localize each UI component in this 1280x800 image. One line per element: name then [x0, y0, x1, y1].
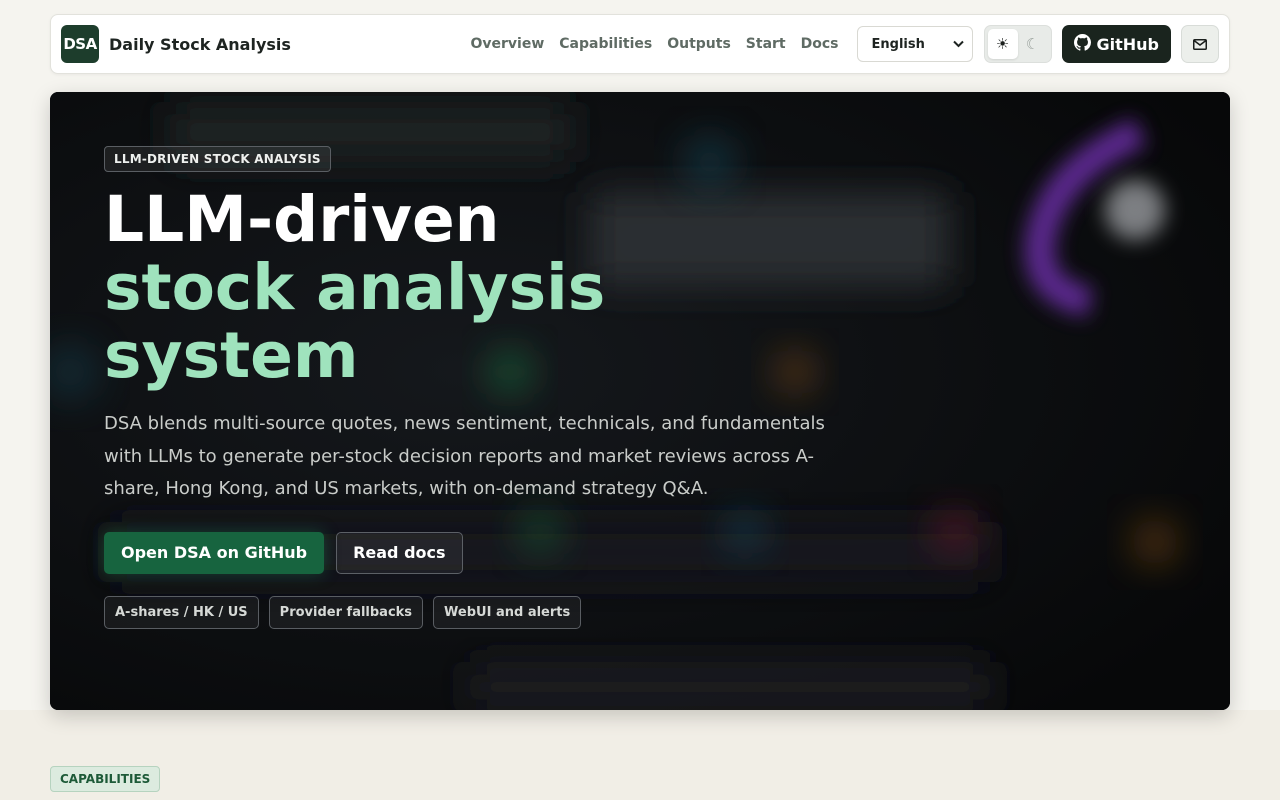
nav-link-docs[interactable]: Docs [801, 36, 839, 52]
top-navbar: DSA Daily Stock Analysis Overview Capabi… [50, 14, 1230, 74]
hero-headline-line-1: LLM-driven [104, 183, 500, 256]
hero-section: LLM-DRIVEN STOCK ANALYSIS LLM-driven sto… [50, 92, 1230, 710]
hero-eyebrow: LLM-DRIVEN STOCK ANALYSIS [104, 146, 331, 172]
chip-markets: A-shares / HK / US [104, 595, 259, 629]
read-docs-button[interactable]: Read docs [336, 531, 463, 574]
hero-headline: LLM-driven stock analysis system [104, 186, 844, 390]
hero-description: DSA blends multi-source quotes, news sen… [104, 413, 825, 499]
chevron-down-icon [952, 38, 964, 51]
brand-name[interactable]: Daily Stock Analysis [109, 35, 291, 54]
github-button[interactable]: GitHub [1061, 25, 1171, 63]
nav-link-overview[interactable]: Overview [471, 36, 545, 52]
language-select[interactable]: English [856, 26, 973, 62]
open-github-button[interactable]: Open DSA on GitHub [104, 531, 325, 574]
language-select-value: English [871, 36, 925, 52]
hero-cta-row: Open DSA on GitHub Read docs [104, 531, 844, 574]
moon-icon[interactable]: ☾ [1018, 29, 1048, 59]
theme-toggle: ☀ ☾ [983, 25, 1052, 63]
page-lower-band [0, 710, 1280, 800]
mail-icon [1193, 35, 1207, 54]
hero-feature-chips: A-shares / HK / US Provider fallbacks We… [104, 595, 844, 629]
sun-icon[interactable]: ☀ [987, 29, 1018, 59]
hero-headline-line-2: stock analysis [104, 251, 606, 324]
contact-button[interactable] [1181, 25, 1219, 63]
github-button-label: GitHub [1096, 34, 1160, 54]
hero-headline-line-3: system [104, 319, 359, 392]
nav-link-start[interactable]: Start [746, 36, 786, 52]
nav-link-capabilities[interactable]: Capabilities [559, 36, 652, 52]
primary-nav: Overview Capabilities Outputs Start Docs [471, 36, 839, 52]
chip-webui-alerts: WebUI and alerts [433, 595, 582, 629]
github-icon [1073, 33, 1091, 55]
logo[interactable]: DSA [61, 25, 99, 63]
chip-provider-fallbacks: Provider fallbacks [268, 595, 424, 629]
nav-link-outputs[interactable]: Outputs [667, 36, 731, 52]
capabilities-section-tag: CAPABILITIES [50, 766, 161, 792]
hero-content: LLM-DRIVEN STOCK ANALYSIS LLM-driven sto… [104, 146, 844, 629]
